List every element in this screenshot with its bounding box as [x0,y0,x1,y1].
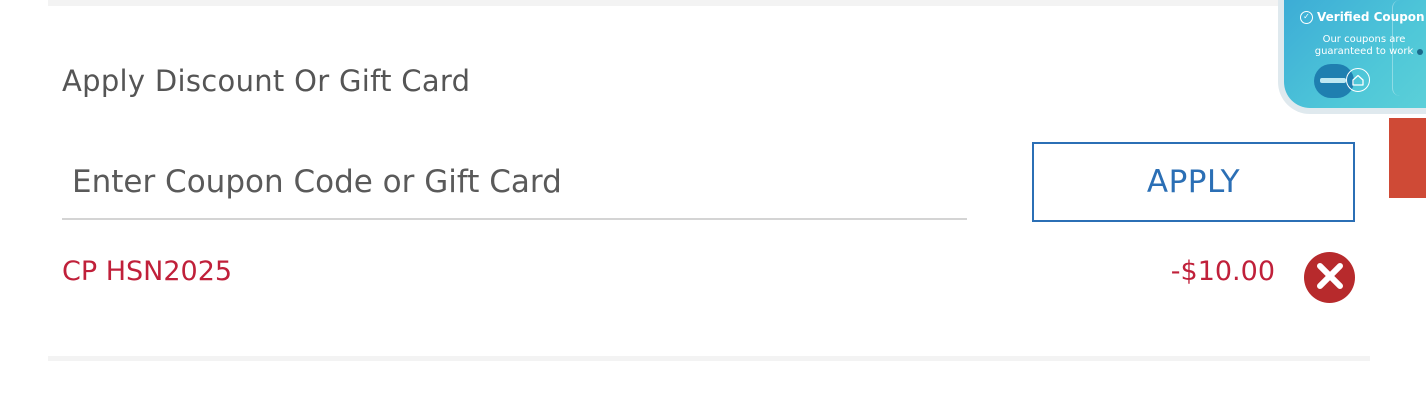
check-circle-icon: ✓ [1300,10,1313,24]
applied-coupon-code: CP HSN2025 [62,256,233,287]
home-icon[interactable] [1346,68,1370,92]
extension-status-dot [1417,49,1423,55]
coupon-extension-widget[interactable]: ✓ Verified Coupon Our coupons are guaran… [1284,0,1426,108]
extension-title: ✓ Verified Coupon [1300,10,1425,24]
discount-amount: -$10.00 [1170,256,1275,287]
top-divider [48,0,1370,6]
extension-subtitle: Our coupons are guaranteed to work [1314,34,1414,57]
bottom-divider [48,356,1370,361]
apply-button[interactable]: APPLY [1032,142,1355,222]
remove-coupon-button[interactable] [1304,252,1355,303]
extension-toggle-bar [1320,78,1346,83]
side-feedback-tab[interactable] [1389,118,1426,198]
section-title: Apply Discount Or Gift Card [62,64,471,98]
extension-title-text: Verified Coupon [1317,10,1425,24]
discount-section: Apply Discount Or Gift Card APPLY CP HSN… [0,0,1426,408]
close-icon [1315,261,1345,295]
coupon-code-input[interactable] [62,146,967,220]
